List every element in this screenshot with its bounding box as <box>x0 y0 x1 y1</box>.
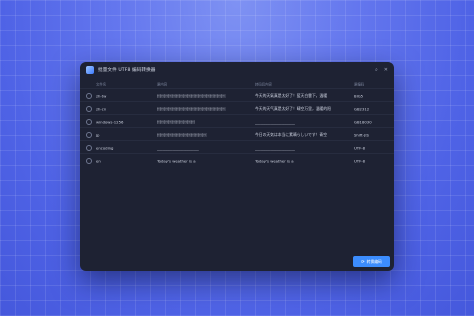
convert-button-label: 转换编码 <box>366 258 382 264</box>
row-filename: windows-1256 <box>96 119 124 124</box>
table-row[interactable]: jp  今日の天気は本当に素晴らしいです！青空 Shi… <box>80 127 394 141</box>
close-icon[interactable]: ✕ <box>384 67 388 73</box>
file-icon <box>86 92 92 99</box>
row-filename: encoding <box>96 145 114 150</box>
row-filename: zh-tw <box>96 93 107 98</box>
file-icon <box>86 105 92 112</box>
row-filename: jp <box>96 132 100 137</box>
app-window: 批量文件 UTF8 编码转换器 ⌕ ✕ 文件名 原内容 转码后内容 原编码 zh… <box>80 62 394 271</box>
convert-encoding-button[interactable]: ⟳ 转换编码 <box>353 256 390 267</box>
refresh-icon: ⟳ <box>361 259 365 264</box>
table-row[interactable]: windows-1256  ________________… <box>80 114 394 128</box>
search-icon[interactable]: ⌕ <box>375 67 378 73</box>
app-logo-icon <box>86 66 94 74</box>
row-original:  <box>157 132 207 137</box>
row-converted: _____________________ <box>255 119 295 124</box>
row-encoding: GB2312 <box>354 106 370 111</box>
row-converted: 今天的天氣真是太好了！藍天白雲下，溫暖 <box>255 92 328 98</box>
column-header-encoding[interactable]: 原编码 <box>354 81 364 86</box>
row-encoding: UTF-8 <box>354 145 366 150</box>
titlebar-controls: ⌕ ✕ <box>375 67 388 73</box>
row-encoding: UTF-8 <box>354 158 366 163</box>
row-converted: Today's weather is a <box>255 158 294 163</box>
file-icon <box>86 157 92 164</box>
file-icon <box>86 118 92 125</box>
table-row[interactable]: en Today's weather is a Today's weather … <box>80 153 394 167</box>
row-filename: en <box>96 158 101 163</box>
column-header-converted[interactable]: 转码后内容 <box>255 81 350 86</box>
column-header-original[interactable]: 原内容 <box>157 81 247 86</box>
table-row[interactable]: zh-cn  今天的天气真是太好了！晴空万里… <box>80 101 394 115</box>
table-header: 文件名 原内容 转码后内容 原编码 <box>80 79 394 88</box>
row-encoding: GB18030 <box>354 119 372 124</box>
row-converted: 今天的天气真是太好了！晴空万里，温暖的阳 <box>255 105 331 111</box>
table-row[interactable]: zh-tw  今天的天氣真是太好了！藍天白雲… <box>80 88 394 102</box>
row-original:  <box>157 106 226 111</box>
table-row[interactable]: encoding ______________________ ________… <box>80 140 394 154</box>
row-converted: _____________________ <box>255 145 295 150</box>
row-original: Today's weather is a <box>157 158 196 163</box>
row-original:  <box>157 93 226 98</box>
file-icon <box>86 131 92 138</box>
row-converted: 今日の天気は本当に素晴らしいです！青空 <box>255 131 328 137</box>
window-title: 批量文件 UTF8 编码转换器 <box>98 68 156 73</box>
column-header-filename[interactable]: 文件名 <box>96 81 106 86</box>
titlebar: 批量文件 UTF8 编码转换器 ⌕ ✕ <box>80 62 394 78</box>
row-filename: zh-cn <box>96 106 107 111</box>
row-original:  <box>157 119 195 124</box>
row-encoding: BIG5 <box>354 93 364 98</box>
file-icon <box>86 144 92 151</box>
row-encoding: Shift-JIS <box>354 132 369 137</box>
row-original: ______________________ <box>157 145 199 150</box>
